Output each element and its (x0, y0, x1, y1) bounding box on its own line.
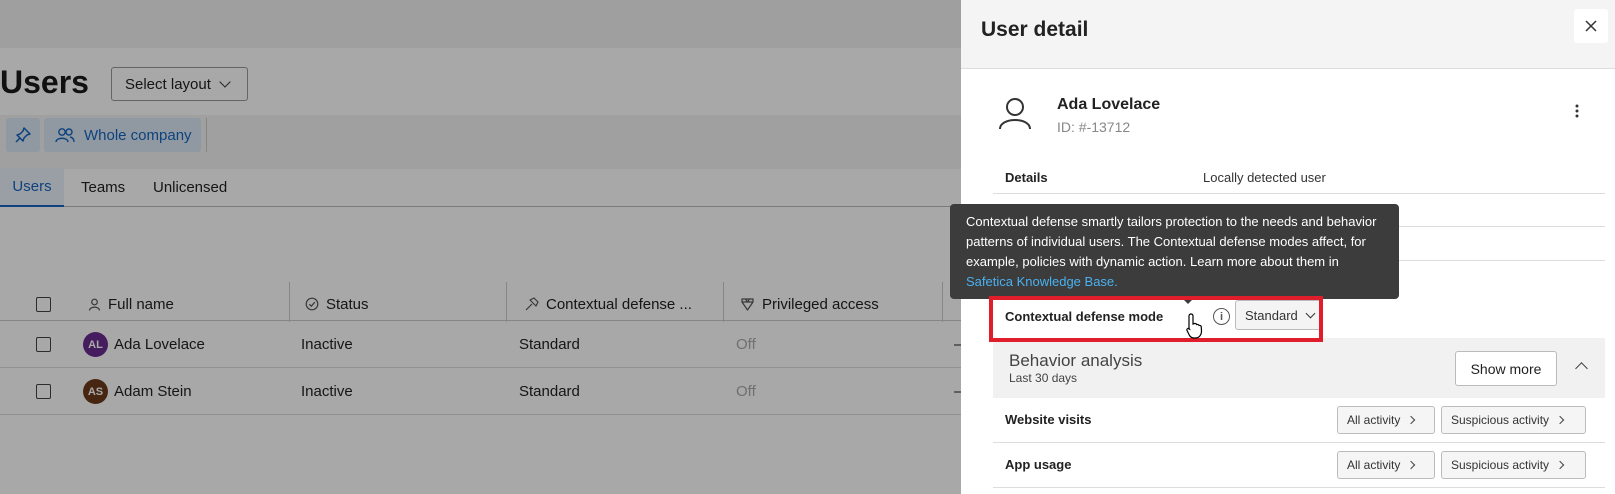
user-id: ID: #-13712 (1057, 119, 1131, 135)
suspicious-activity-button[interactable]: Suspicious activity (1441, 406, 1586, 434)
more-options-icon[interactable] (1575, 104, 1579, 118)
chip-label: Suspicious activity (1451, 458, 1550, 472)
highlight-box (989, 296, 1323, 342)
chip-label: All activity (1347, 458, 1401, 472)
chevron-right-icon (1555, 460, 1565, 470)
all-activity-button[interactable]: All activity (1337, 451, 1435, 479)
knowledge-base-link[interactable]: Safetica Knowledge Base. (966, 274, 1118, 289)
details-label: Details (1005, 170, 1048, 185)
activity-label: App usage (1005, 457, 1072, 472)
activity-label: Website visits (1005, 412, 1092, 427)
drawer-header: User detail (961, 0, 1615, 69)
modal-backdrop[interactable] (0, 0, 961, 494)
chevron-up-icon[interactable] (1575, 362, 1588, 375)
behavior-analysis-section: Behavior analysis Last 30 days Show more (993, 338, 1605, 398)
activity-row: Website visits All activity Suspicious a… (993, 398, 1605, 443)
user-avatar-icon (999, 98, 1031, 130)
suspicious-activity-button[interactable]: Suspicious activity (1441, 451, 1586, 479)
chip-label: Suspicious activity (1451, 413, 1550, 427)
mouse-cursor-icon (1186, 313, 1203, 339)
user-name: Ada Lovelace (1057, 96, 1161, 113)
details-value: Locally detected user (1203, 170, 1326, 185)
details-row: Details Locally detected user (993, 163, 1605, 194)
info-tooltip: Contextual defense smartly tailors prote… (950, 204, 1399, 299)
close-button[interactable] (1574, 9, 1608, 43)
close-icon (1585, 20, 1597, 32)
tooltip-text: Contextual defense smartly tailors prote… (966, 214, 1377, 269)
chip-label: All activity (1347, 413, 1401, 427)
activity-row: App usage All activity Suspicious activi… (993, 443, 1605, 488)
chevron-right-icon (1407, 415, 1416, 425)
chevron-right-icon (1555, 415, 1565, 425)
show-more-button[interactable]: Show more (1455, 351, 1557, 386)
drawer-title: User detail (981, 18, 1089, 41)
behavior-title: Behavior analysis (1009, 351, 1143, 370)
behavior-subtitle: Last 30 days (1009, 371, 1078, 385)
chevron-right-icon (1407, 460, 1416, 470)
all-activity-button[interactable]: All activity (1337, 406, 1435, 434)
